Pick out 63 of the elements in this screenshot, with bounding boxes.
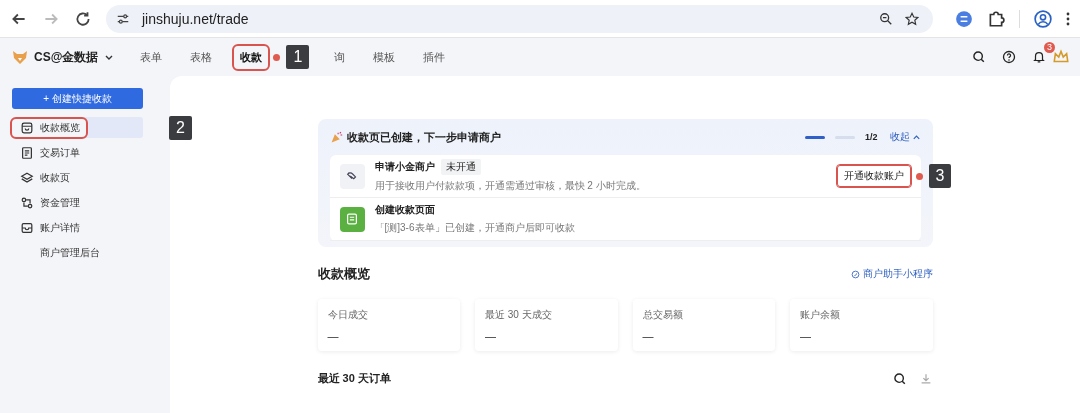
- mini-program-icon: [850, 269, 860, 279]
- callout-dot: [915, 172, 923, 180]
- create-quick-payment-button[interactable]: + 创建快捷收款: [12, 88, 143, 109]
- zoom-icon[interactable]: [879, 11, 893, 26]
- step-title: 申请小金商户: [374, 160, 435, 174]
- site-settings-icon[interactable]: [116, 11, 130, 26]
- panel-title: 收款页已创建，下一步申请商户: [346, 129, 501, 145]
- search-icon[interactable]: [892, 371, 907, 386]
- puzzle-icon[interactable]: [987, 9, 1005, 28]
- help-icon[interactable]: [1002, 50, 1016, 64]
- mini-program-link[interactable]: 商户助手小程序: [850, 267, 933, 281]
- inbox-icon: [20, 220, 34, 235]
- sidebar-item[interactable]: 商户管理后台: [12, 242, 143, 263]
- step-title: 创建收款页面: [374, 203, 435, 217]
- status-badge: 未开通: [440, 159, 481, 175]
- workspace-name[interactable]: CS@金数据: [34, 48, 99, 66]
- flow-icon: [20, 195, 34, 210]
- stat-value: —: [642, 330, 655, 342]
- callout-number: 3: [928, 164, 952, 188]
- url-text: jinshuju.net/trade: [142, 10, 249, 27]
- star-icon[interactable]: [905, 11, 919, 26]
- stat-label: 账户余额: [800, 308, 841, 322]
- stat-value: —: [485, 330, 497, 342]
- collapse-link[interactable]: 收起: [889, 130, 921, 144]
- section-title: 最近 30 天订单: [317, 371, 391, 386]
- callout-number: 2: [169, 115, 192, 140]
- nav-tab[interactable]: 插件: [417, 45, 452, 69]
- nav-tab[interactable]: 询: [328, 45, 352, 69]
- sidebar-item[interactable]: 收款概览: [12, 117, 143, 138]
- stat-value: —: [800, 330, 812, 342]
- more-icon[interactable]: [1066, 10, 1070, 27]
- fox-logo-icon: [12, 49, 28, 65]
- sidebar-item[interactable]: 交易订单: [12, 142, 143, 163]
- step-description: 用于接收用户付款款项，开通需通过审核，最快 2 小时完成。: [374, 179, 646, 193]
- progress-count: 1/2: [865, 132, 878, 142]
- reload-icon[interactable]: [74, 9, 92, 28]
- bell-icon[interactable]: [1032, 50, 1046, 64]
- section-title: 收款概览: [317, 265, 370, 283]
- step-description: 「[测]3-6表单」已创建，开通商户后即可收款: [374, 221, 575, 235]
- nav-tab[interactable]: 表格: [184, 45, 219, 69]
- sidebar-item[interactable]: 资金管理: [12, 192, 143, 213]
- callout-dot: [273, 53, 281, 61]
- notification-badge: 3: [1044, 42, 1055, 53]
- layers-icon: [20, 170, 34, 185]
- stat-label: 今日成交: [327, 308, 369, 322]
- callout-number: 1: [286, 45, 310, 69]
- sidebar-item[interactable]: 账户详情: [12, 217, 143, 238]
- search-icon[interactable]: [972, 50, 986, 64]
- party-popper-icon: [329, 130, 343, 144]
- sidebar-item[interactable]: 收款页: [12, 167, 143, 188]
- open-account-button[interactable]: 开通收款账户: [836, 165, 911, 187]
- stat-value: —: [327, 330, 340, 342]
- stat-label: 总交易额: [642, 308, 684, 322]
- profile-icon[interactable]: [1034, 9, 1052, 28]
- nav-tab[interactable]: 表单: [134, 45, 169, 69]
- address-bar[interactable]: jinshuju.net/trade: [106, 4, 933, 33]
- nav-tab[interactable]: 模板: [367, 45, 402, 69]
- extension-icon[interactable]: [955, 9, 973, 28]
- document-icon: [20, 145, 34, 160]
- stat-label: 最近 30 天成交: [485, 308, 553, 322]
- chevron-up-icon[interactable]: [911, 132, 921, 142]
- nav-tab[interactable]: 收款: [234, 45, 269, 69]
- bag-icon: [20, 120, 34, 135]
